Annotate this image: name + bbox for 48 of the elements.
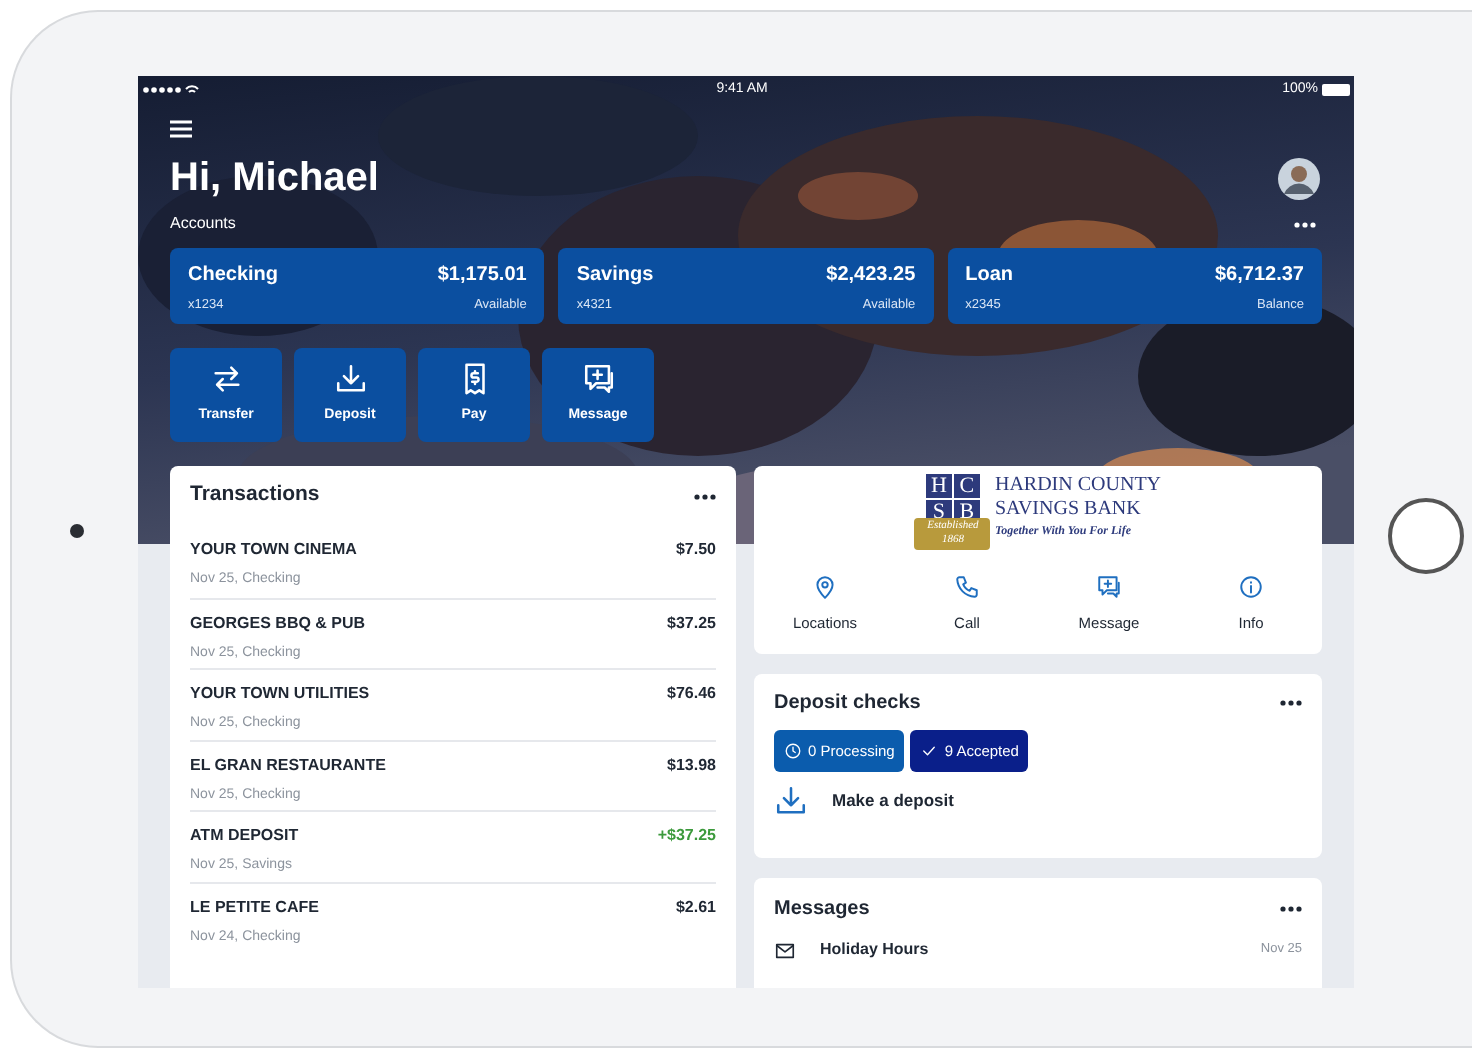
phone-icon [954, 574, 980, 600]
account-name: Checking [188, 262, 279, 290]
card-title: Deposit checks [774, 689, 921, 717]
transaction-name: GEORGES BBQ & PUB [190, 611, 366, 635]
account-name: Savings [576, 262, 654, 290]
account-balance: $6,712.37 [1214, 262, 1304, 290]
avatar[interactable] [1278, 157, 1320, 199]
home-button[interactable] [1388, 498, 1464, 574]
bank-name: SAVINGS BANK [994, 498, 1143, 522]
transaction-name: YOUR TOWN UTILITIES [190, 682, 370, 706]
info-icon [1238, 574, 1264, 600]
more-icon[interactable] [1280, 699, 1302, 705]
chat-plus-icon [1096, 574, 1122, 600]
transaction-amount: $37.25 [667, 611, 716, 635]
account-name: Loan [965, 262, 1014, 290]
download-tray-icon [333, 362, 367, 397]
card-title: Messages [774, 895, 870, 923]
greeting: Hi, Michael [170, 154, 379, 202]
message-subject: Holiday Hours [820, 938, 931, 962]
more-icon[interactable] [1280, 905, 1302, 911]
transaction-amount: $2.61 [675, 895, 716, 919]
bank-name: HARDIN COUNTY [994, 474, 1162, 498]
transaction-amount: $13.98 [667, 753, 716, 777]
transaction-name: ATM DEPOSIT [190, 824, 299, 848]
arrows-icon [209, 362, 243, 397]
transaction-amount: +$37.25 [657, 824, 716, 848]
transaction-name: EL GRAN RESTAURANTE [190, 753, 386, 777]
check-icon [920, 742, 939, 760]
deposit-link[interactable]: Make a deposit [774, 784, 954, 818]
account-balance: $2,423.25 [826, 262, 916, 290]
section-label: Accounts [170, 212, 236, 236]
signal-wifi-icon [142, 84, 202, 96]
envelope-icon [774, 939, 796, 961]
transaction-name: YOUR TOWN CINEMA [190, 538, 357, 562]
battery-icon [1322, 84, 1350, 96]
download-tray-icon [774, 784, 808, 818]
map-pin-icon [812, 574, 838, 600]
account-balance: $1,175.01 [437, 262, 527, 290]
transaction-name: LE PETITE CAFE [190, 895, 319, 919]
camera-icon [70, 524, 84, 538]
clock-icon [784, 742, 802, 760]
menu-icon[interactable] [170, 120, 192, 138]
more-icon[interactable] [1294, 221, 1316, 227]
card-title: Transactions [190, 480, 320, 511]
more-icon[interactable] [694, 493, 716, 499]
transaction-amount: $7.50 [675, 538, 716, 562]
chat-plus-icon [581, 362, 615, 397]
transaction-amount: $76.46 [667, 682, 716, 706]
